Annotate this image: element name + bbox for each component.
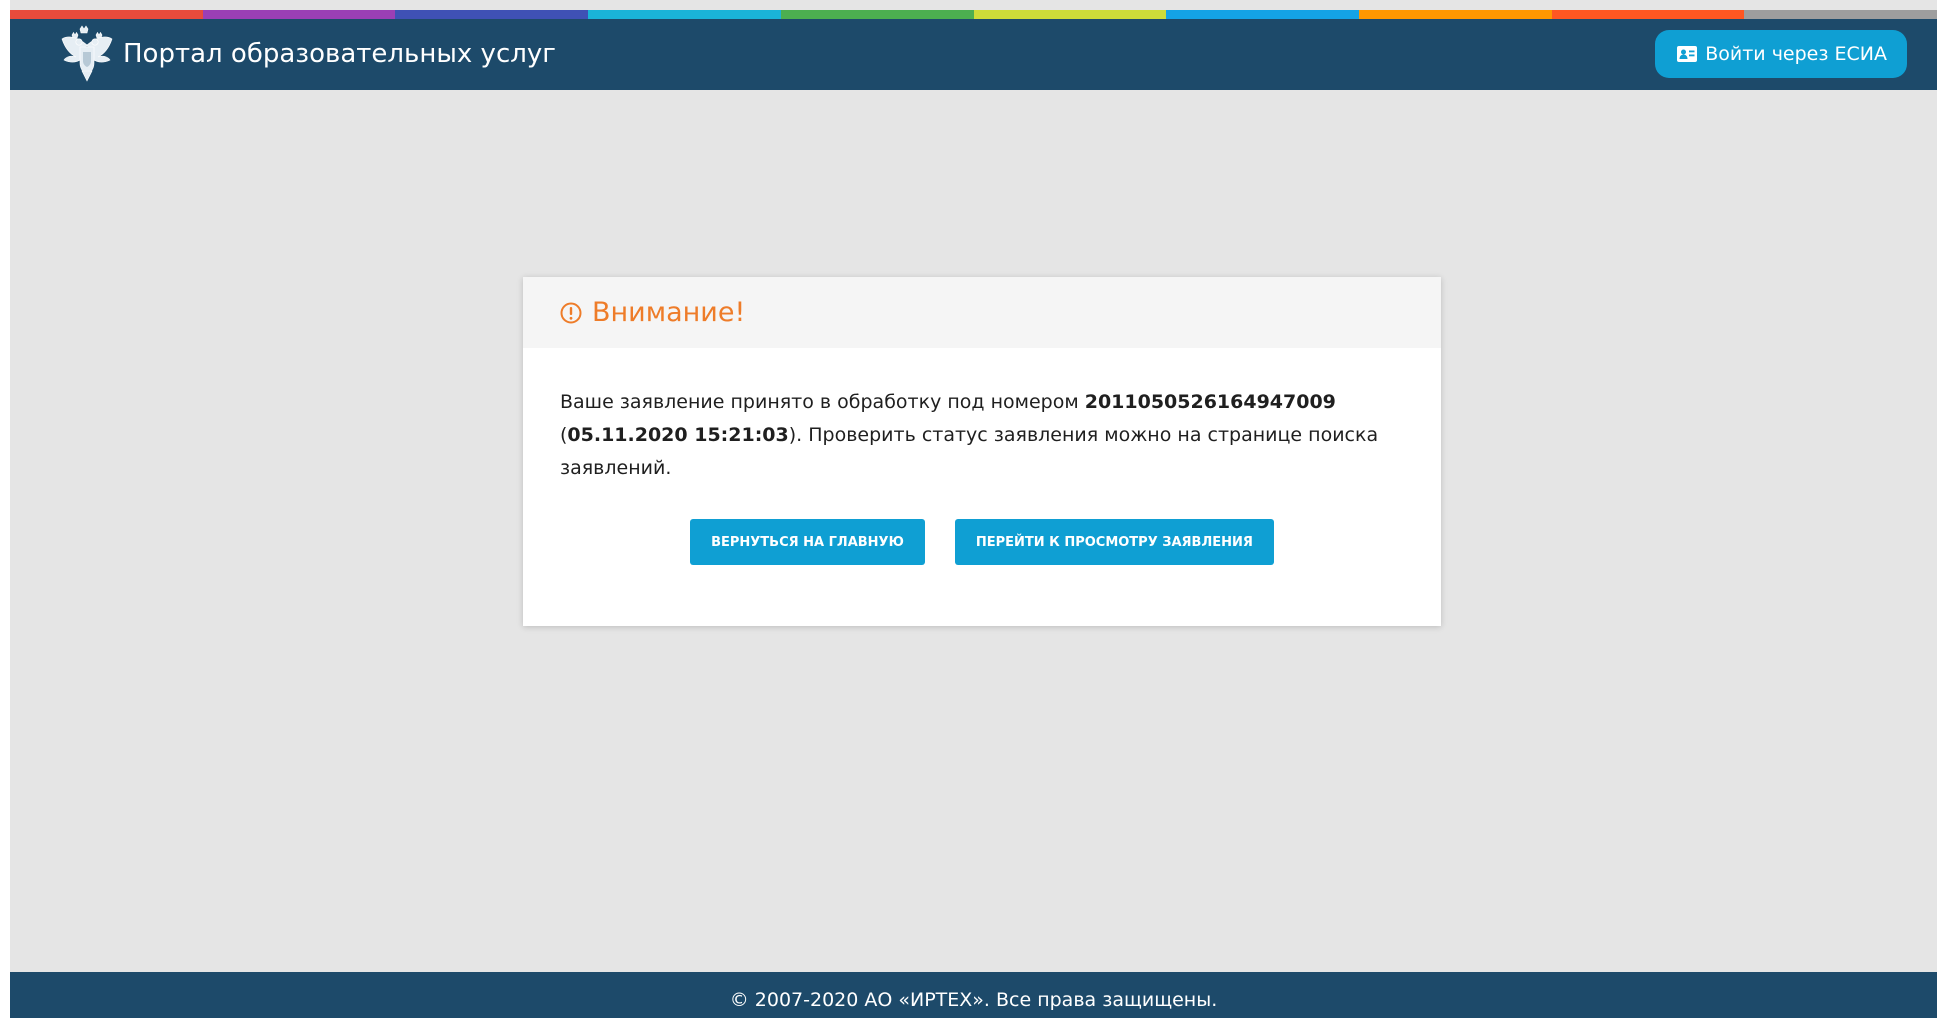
color-strip-segment <box>973 10 1167 19</box>
application-number: 2011050526164947009 <box>1084 391 1336 413</box>
color-strip-segment <box>1744 10 1937 19</box>
page: Портал образовательных услуг Войти через… <box>10 0 1937 1018</box>
site-header: Портал образовательных услуг Войти через… <box>10 19 1937 90</box>
view-application-button[interactable]: ПЕРЕЙТИ К ПРОСМОТРУ ЗАЯВЛЕНИЯ <box>954 519 1274 565</box>
color-strip-segment <box>1551 10 1745 19</box>
color-strip-segment <box>780 10 974 19</box>
color-strip-segment <box>1358 10 1552 19</box>
dialog-actions: ВЕРНУТЬСЯ НА ГЛАВНУЮ ПЕРЕЙТИ К ПРОСМОТРУ… <box>560 519 1404 565</box>
dialog-title: Внимание! <box>592 297 746 328</box>
portal-title[interactable]: Портал образовательных услуг <box>123 37 556 71</box>
dialog-body: Ваше заявление принято в обработку под н… <box>523 348 1441 565</box>
id-card-icon <box>1677 46 1698 62</box>
dialog-header: Внимание! <box>523 277 1441 348</box>
color-strip-segment <box>10 10 203 19</box>
message-text-1: Ваше заявление принято в обработку под н… <box>560 391 1085 413</box>
exclamation-circle-icon <box>560 302 582 323</box>
color-strip-segment <box>202 10 396 19</box>
color-strip-segment <box>395 10 589 19</box>
site-footer: © 2007-2020 АО «ИРТЕХ». Все права защище… <box>10 972 1937 1018</box>
copyright-text: © 2007-2020 АО «ИРТЕХ». Все права защище… <box>729 989 1218 1011</box>
return-home-button[interactable]: ВЕРНУТЬСЯ НА ГЛАВНУЮ <box>690 519 925 565</box>
dialog-message: Ваше заявление принято в обработку под н… <box>560 386 1404 485</box>
color-strip <box>10 10 1937 19</box>
attention-dialog: Внимание! Ваше заявление принято в обраб… <box>523 277 1441 626</box>
esia-login-label: Войти через ЕСИА <box>1705 43 1887 65</box>
esia-login-button[interactable]: Войти через ЕСИА <box>1655 30 1907 78</box>
application-datetime: 05.11.2020 15:21:03 <box>567 424 789 446</box>
color-strip-segment <box>588 10 781 19</box>
coat-of-arms-icon[interactable] <box>58 25 116 83</box>
color-strip-segment <box>1166 10 1359 19</box>
